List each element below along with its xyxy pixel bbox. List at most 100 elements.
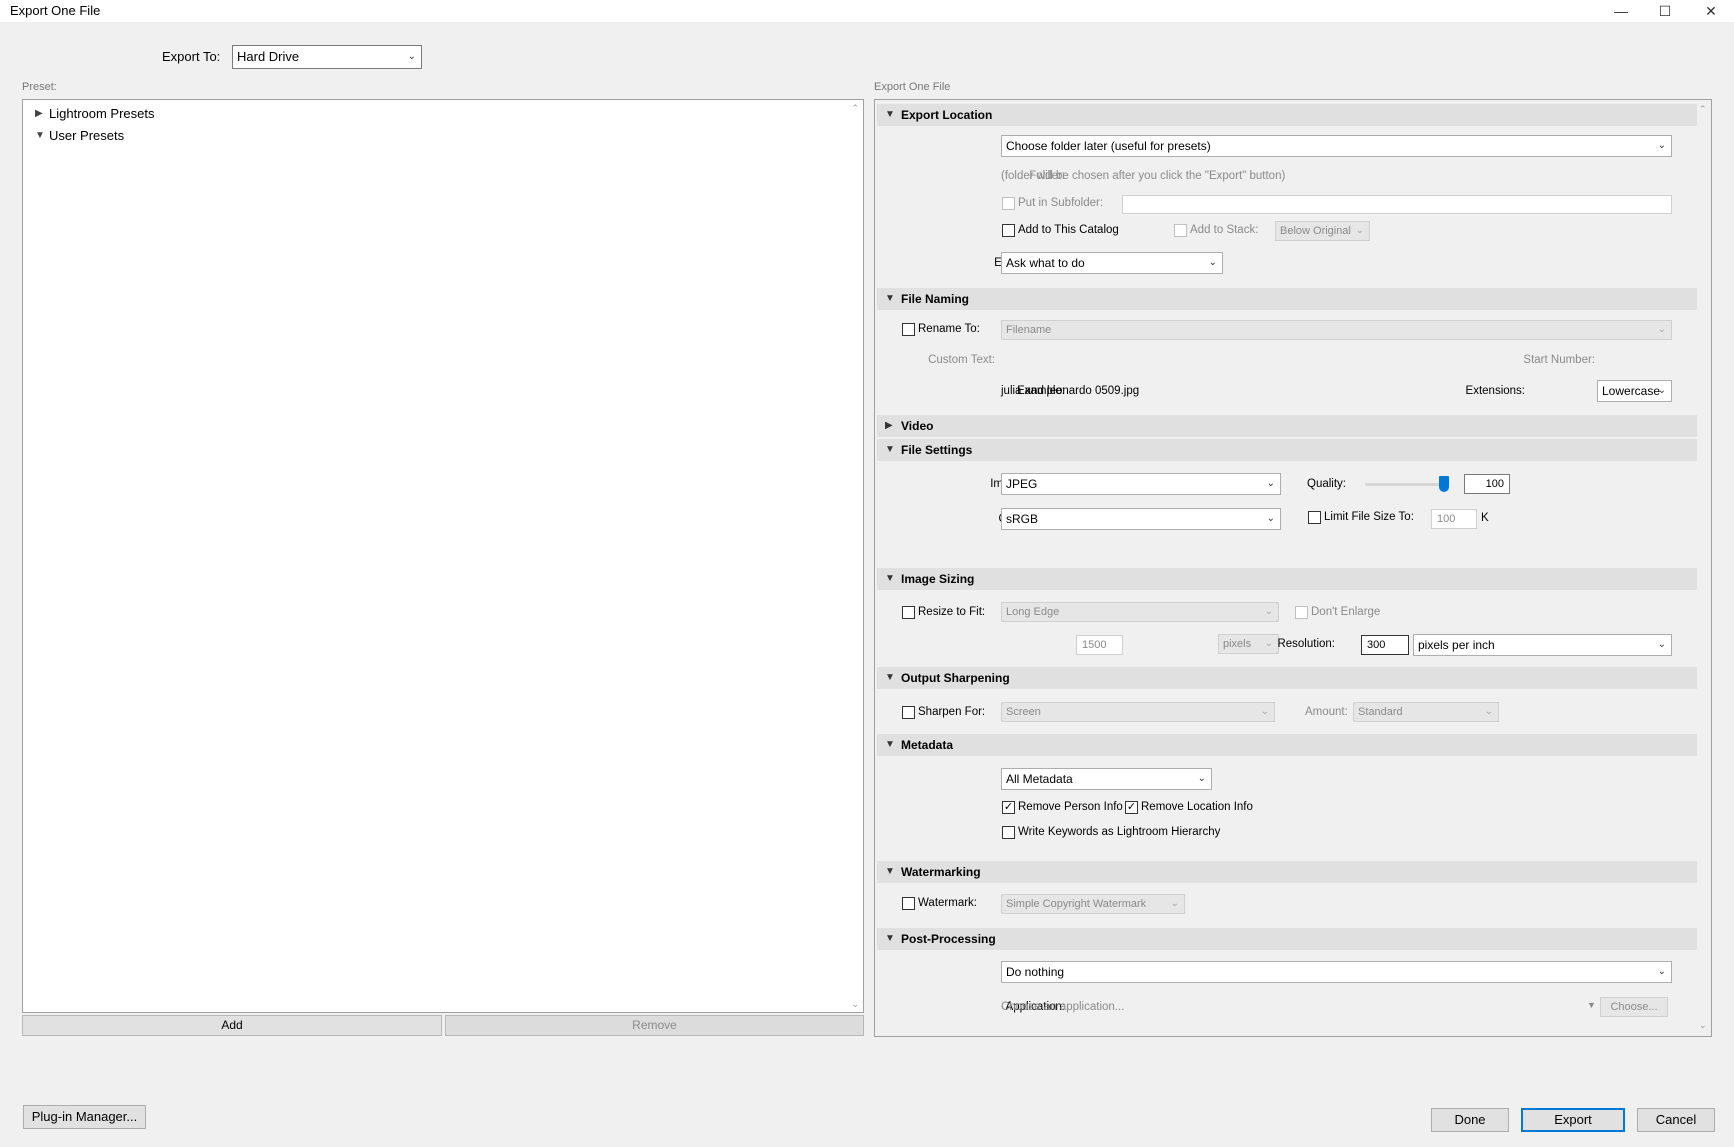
section-title: Image Sizing	[901, 572, 975, 586]
preset-group-user[interactable]: ▼ User Presets	[35, 128, 124, 143]
section-export-location[interactable]: ▼ Export Location	[877, 104, 1697, 126]
resolution-unit-select[interactable]: pixels per inch ⌄	[1413, 634, 1672, 656]
image-format-select[interactable]: JPEG ⌄	[1001, 473, 1281, 495]
start-number-label: Start Number:	[1523, 354, 1595, 366]
chevron-down-icon: ⌄	[1170, 898, 1179, 909]
window-title: Export One File	[10, 3, 101, 18]
image-format-value: JPEG	[1006, 477, 1038, 491]
existing-files-value: Ask what to do	[1006, 256, 1085, 270]
metadata-include-value: All Metadata	[1006, 772, 1073, 786]
section-video[interactable]: ▶ Video	[877, 415, 1697, 437]
write-keywords-checkbox[interactable]	[1002, 826, 1015, 839]
resolution-unit-value: pixels per inch	[1418, 638, 1495, 652]
application-dropdown-icon[interactable]: ▼	[1587, 1000, 1596, 1010]
close-button[interactable]: ✕	[1688, 0, 1734, 22]
resize-mode-value: Long Edge	[1006, 606, 1060, 618]
limit-file-size-input[interactable]: 100	[1431, 509, 1477, 529]
export-location-value: Choose folder later (useful for presets)	[1006, 139, 1211, 153]
section-file-naming[interactable]: ▼ File Naming	[877, 288, 1697, 310]
quality-input[interactable]: 100	[1464, 474, 1510, 494]
sharpen-amount-select[interactable]: Standard ⌄	[1353, 702, 1499, 722]
section-output-sharpening[interactable]: ▼ Output Sharpening	[877, 667, 1697, 689]
rename-to-checkbox[interactable]	[902, 323, 915, 336]
section-image-sizing[interactable]: ▼ Image Sizing	[877, 568, 1697, 590]
quality-slider-track[interactable]	[1365, 483, 1445, 486]
sharpen-target-select[interactable]: Screen ⌄	[1001, 702, 1275, 722]
quality-slider-thumb[interactable]	[1439, 476, 1449, 492]
sharpen-for-checkbox[interactable]	[902, 706, 915, 719]
remove-person-info-checkbox[interactable]: ✓	[1002, 801, 1015, 814]
limit-file-size-checkbox[interactable]	[1308, 511, 1321, 524]
choose-application-button[interactable]: Choose...	[1600, 997, 1668, 1017]
sharpen-for-label: Sharpen For:	[918, 706, 986, 718]
section-watermarking[interactable]: ▼ Watermarking	[877, 861, 1697, 883]
section-title: Video	[901, 419, 934, 433]
section-post-processing[interactable]: ▼ Post-Processing	[877, 928, 1697, 950]
section-title: Export Location	[901, 108, 993, 122]
expand-triangle-icon: ▶	[885, 420, 893, 431]
metadata-include-select[interactable]: All Metadata ⌄	[1001, 768, 1212, 790]
subfolder-input[interactable]	[1122, 195, 1672, 214]
expand-triangle-icon[interactable]: ▶	[35, 108, 49, 119]
color-space-select[interactable]: sRGB ⌄	[1001, 508, 1281, 530]
chevron-down-icon: ⌄	[1208, 257, 1217, 268]
collapse-triangle-icon: ▼	[885, 866, 895, 877]
plugin-manager-button[interactable]: Plug-in Manager...	[23, 1105, 146, 1129]
existing-files-select[interactable]: Ask what to do ⌄	[1001, 252, 1223, 274]
close-icon: ✕	[1705, 2, 1717, 19]
add-to-catalog-label: Add to This Catalog	[1018, 224, 1119, 236]
maximize-button[interactable]: ☐	[1642, 0, 1688, 22]
done-button[interactable]: Done	[1431, 1108, 1509, 1132]
scroll-up-icon[interactable]: ⌃	[1699, 104, 1707, 115]
resolution-input[interactable]: 300	[1361, 635, 1409, 655]
chevron-down-icon: ⌄	[1657, 324, 1666, 335]
scroll-up-icon[interactable]: ⌃	[851, 103, 859, 114]
cancel-button[interactable]: Cancel	[1637, 1108, 1715, 1132]
remove-person-info-label: Remove Person Info	[1018, 801, 1123, 813]
after-export-select[interactable]: Do nothing ⌄	[1001, 961, 1672, 983]
watermark-checkbox[interactable]	[902, 897, 915, 910]
section-title: Watermarking	[901, 865, 981, 879]
add-preset-button[interactable]: Add	[22, 1015, 442, 1036]
dont-enlarge-checkbox[interactable]	[1295, 606, 1308, 619]
custom-text-label: Custom Text:	[928, 354, 995, 366]
preset-group-label: Lightroom Presets	[49, 106, 155, 121]
chevron-down-icon: ⌄	[1266, 513, 1275, 524]
title-bar: Export One File — ☐ ✕	[0, 0, 1734, 22]
add-to-stack-label: Add to Stack:	[1190, 224, 1259, 236]
remove-location-info-checkbox[interactable]: ✓	[1125, 801, 1138, 814]
add-to-catalog-checkbox[interactable]	[1002, 224, 1015, 237]
maximize-icon: ☐	[1658, 2, 1672, 19]
sharpen-target-value: Screen	[1006, 706, 1041, 718]
put-in-subfolder-checkbox[interactable]	[1002, 197, 1015, 210]
resize-mode-select[interactable]: Long Edge ⌄	[1001, 602, 1279, 622]
chevron-down-icon: ⌄	[1266, 478, 1275, 489]
limit-file-size-label: Limit File Size To:	[1324, 511, 1414, 523]
rename-to-label: Rename To:	[918, 323, 980, 335]
application-placeholder[interactable]: Choose an application...	[1001, 1001, 1124, 1013]
add-to-stack-checkbox[interactable]	[1174, 224, 1187, 237]
remove-location-info-label: Remove Location Info	[1141, 801, 1253, 813]
collapse-triangle-icon: ▼	[885, 933, 895, 944]
preset-group-lightroom[interactable]: ▶ Lightroom Presets	[35, 106, 155, 121]
export-to-select[interactable]: Hard Drive ⌄	[232, 45, 422, 69]
export-location-select[interactable]: Choose folder later (useful for presets)…	[1001, 135, 1672, 157]
scroll-down-icon[interactable]: ⌄	[1699, 1020, 1707, 1031]
long-edge-size-input[interactable]: 1500	[1076, 635, 1123, 655]
section-file-settings[interactable]: ▼ File Settings	[877, 439, 1697, 461]
rename-template-select[interactable]: Filename ⌄	[1001, 320, 1672, 340]
minimize-button[interactable]: —	[1598, 0, 1644, 22]
watermark-select[interactable]: Simple Copyright Watermark ⌄	[1001, 894, 1185, 914]
collapse-triangle-icon[interactable]: ▼	[35, 130, 49, 141]
stack-position-select[interactable]: Below Original ⌄	[1275, 221, 1370, 241]
limit-file-size-unit: K	[1481, 512, 1489, 524]
remove-preset-button[interactable]: Remove	[445, 1015, 864, 1036]
preset-list[interactable]: ▶ Lightroom Presets ▼ User Presets ⌃ ⌄	[22, 99, 864, 1013]
resize-to-fit-checkbox[interactable]	[902, 606, 915, 619]
collapse-triangle-icon: ▼	[885, 672, 895, 683]
export-button[interactable]: Export	[1521, 1108, 1625, 1132]
extensions-select[interactable]: Lowercase ⌄	[1597, 380, 1672, 402]
chevron-down-icon: ⌄	[1355, 225, 1364, 236]
section-metadata[interactable]: ▼ Metadata	[877, 734, 1697, 756]
scroll-down-icon[interactable]: ⌄	[851, 999, 859, 1010]
